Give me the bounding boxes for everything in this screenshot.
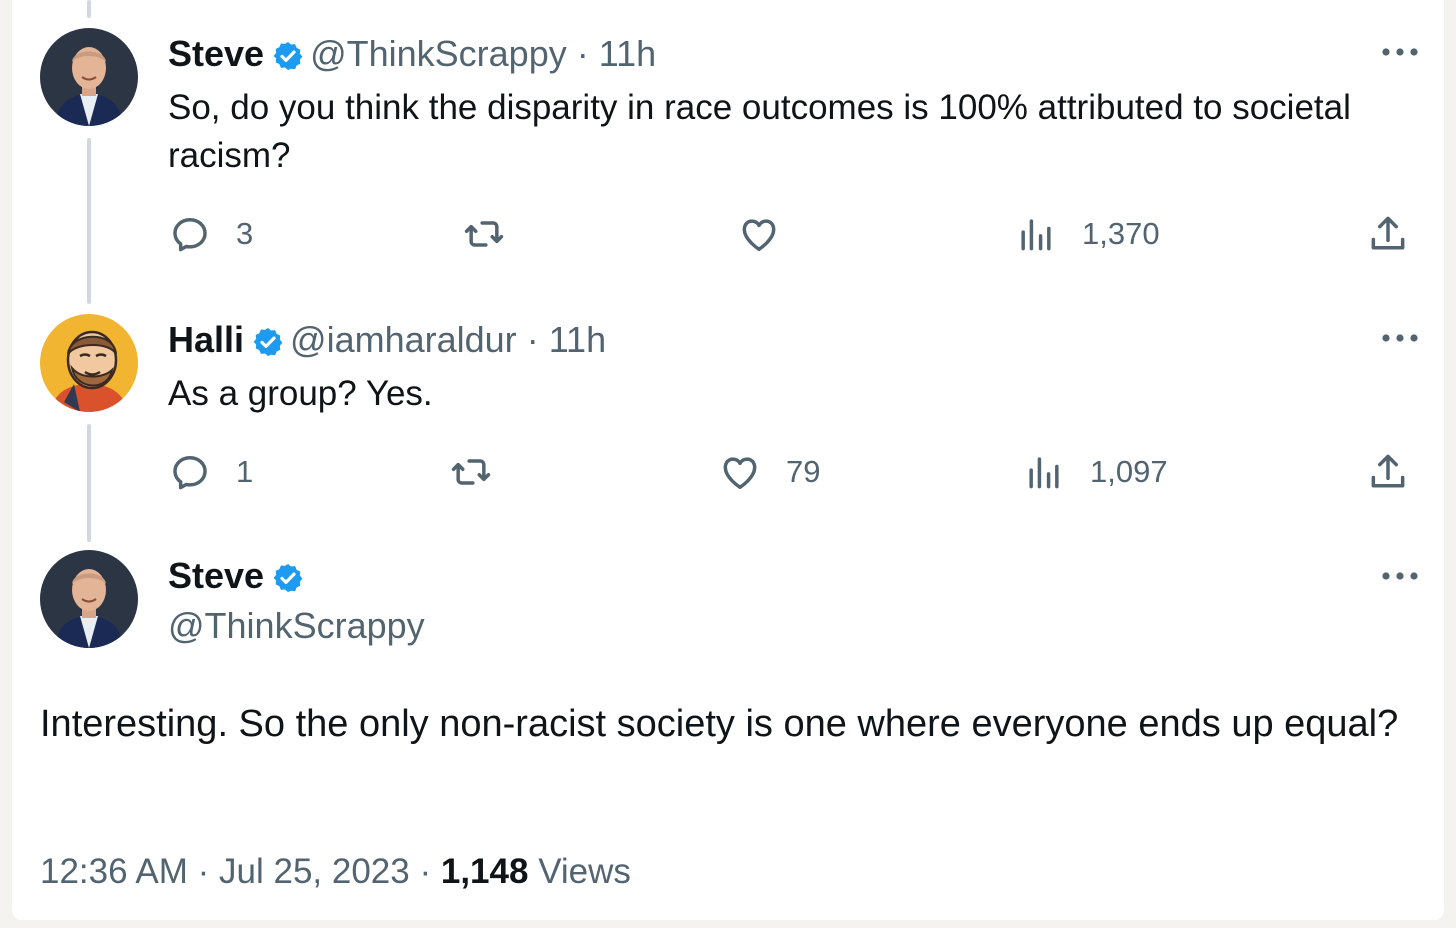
- separator: ·: [197, 852, 210, 891]
- heart-icon: [718, 450, 762, 494]
- more-icon[interactable]: [1380, 328, 1420, 348]
- display-name[interactable]: Steve: [168, 555, 264, 596]
- separator: ·: [419, 852, 432, 891]
- main-tweet-name-row: Steve: [168, 556, 310, 602]
- heart-icon: [737, 212, 781, 256]
- reply-icon: [168, 450, 212, 494]
- retweet-icon: [462, 212, 506, 256]
- analytics-icon: [1014, 212, 1058, 256]
- views-label: Views: [538, 852, 631, 891]
- views-button[interactable]: 1,370: [1014, 212, 1160, 256]
- analytics-icon: [1022, 450, 1066, 494]
- like-button[interactable]: 79: [718, 450, 820, 494]
- separator: ·: [576, 33, 589, 74]
- views-count: 1,370: [1082, 216, 1160, 251]
- verified-badge-icon: [272, 562, 304, 602]
- reply-icon: [168, 212, 212, 256]
- handle[interactable]: @ThinkScrappy: [168, 605, 425, 646]
- verified-badge-icon: [272, 40, 304, 80]
- tweet-text: As a group? Yes.: [168, 374, 433, 413]
- avatar-halli[interactable]: [40, 314, 138, 412]
- reply-count: 3: [236, 216, 254, 251]
- tweet-date[interactable]: Jul 25, 2023: [219, 852, 410, 891]
- tweet-meta: 12:36 AM · Jul 25, 2023 · 1,148 Views: [40, 852, 631, 892]
- reply-button[interactable]: 3: [168, 212, 253, 256]
- main-tweet-handle-row: @ThinkScrappy: [168, 606, 425, 646]
- verified-badge-icon: [252, 326, 284, 366]
- tweet-time[interactable]: 12:36 AM: [40, 852, 188, 891]
- display-name[interactable]: Halli: [168, 319, 244, 360]
- display-name[interactable]: Steve: [168, 33, 264, 74]
- views-count: 1,097: [1090, 454, 1168, 489]
- reply-count: 1: [236, 454, 254, 489]
- thread-line: [87, 424, 91, 542]
- conversation-card: Steve @ThinkScrappy · 11h So, do you thin…: [12, 0, 1444, 920]
- share-button[interactable]: [1366, 450, 1410, 494]
- avatar-steve[interactable]: [40, 28, 138, 126]
- timestamp[interactable]: 11h: [599, 33, 656, 74]
- separator: ·: [526, 319, 539, 360]
- tweet-header: Halli @iamharaldur · 11h: [168, 320, 606, 366]
- retweet-button[interactable]: [462, 212, 506, 256]
- thread-line: [87, 0, 91, 18]
- handle[interactable]: @ThinkScrappy: [310, 33, 567, 74]
- thread-line: [87, 138, 91, 304]
- handle[interactable]: @iamharaldur: [290, 319, 517, 360]
- avatar-steve[interactable]: [40, 550, 138, 648]
- main-tweet-text: Interesting. So the only non-racist soci…: [40, 703, 1399, 745]
- tweet-header: Steve @ThinkScrappy · 11h: [168, 34, 656, 80]
- more-icon[interactable]: [1380, 566, 1420, 586]
- reply-button[interactable]: 1: [168, 450, 253, 494]
- share-icon: [1366, 450, 1410, 494]
- tweet-text: So, do you think the disparity in race o…: [168, 88, 1351, 175]
- like-button[interactable]: [737, 212, 781, 256]
- retweet-button[interactable]: [449, 450, 493, 494]
- timestamp[interactable]: 11h: [549, 319, 606, 360]
- share-icon: [1366, 212, 1410, 256]
- share-button[interactable]: [1366, 212, 1410, 256]
- retweet-icon: [449, 450, 493, 494]
- like-count: 79: [786, 454, 821, 489]
- more-icon[interactable]: [1380, 42, 1420, 62]
- views-count: 1,148: [440, 852, 529, 891]
- views-button[interactable]: 1,097: [1022, 450, 1168, 494]
